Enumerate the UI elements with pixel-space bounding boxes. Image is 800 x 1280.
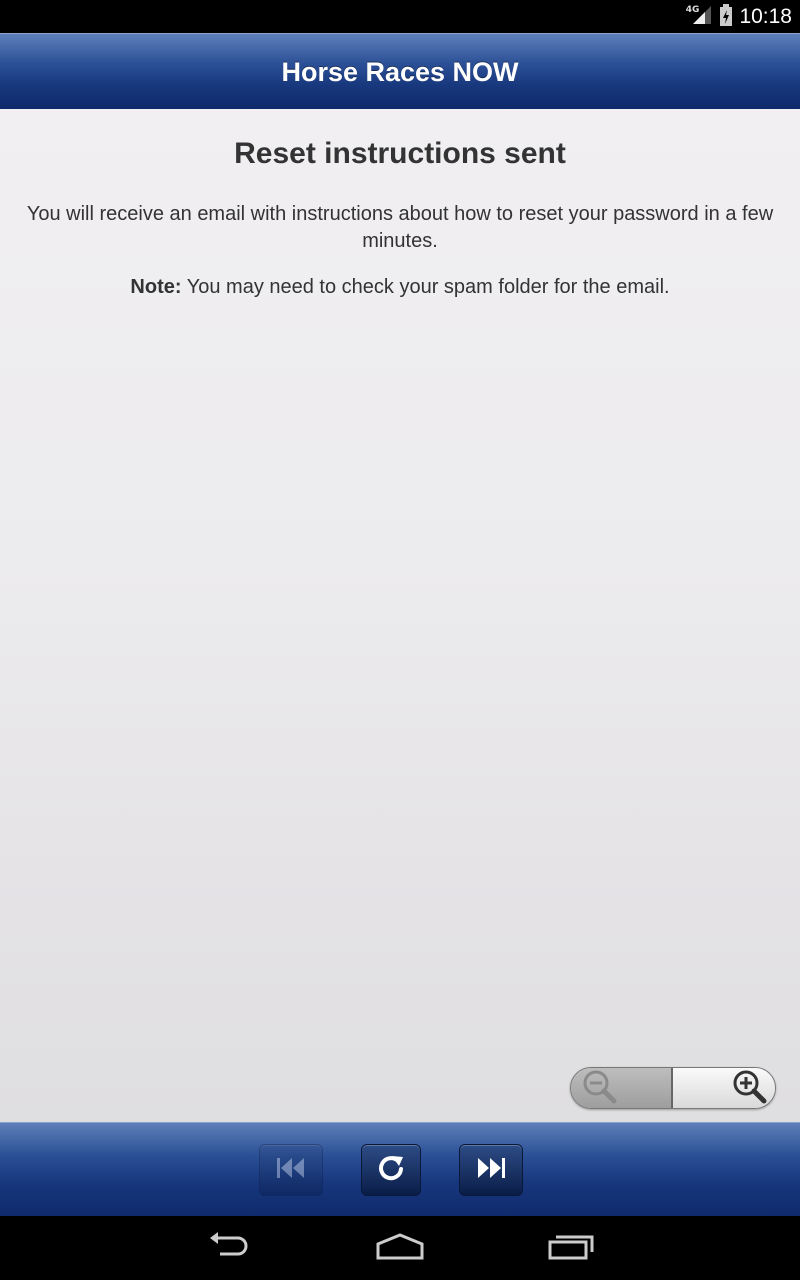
zoom-out-button[interactable]: [571, 1068, 673, 1108]
app-title: Horse Races NOW: [281, 56, 519, 87]
zoom-control: [570, 1067, 776, 1109]
page-title: Reset instructions sent: [234, 137, 566, 170]
zoom-out-icon: [581, 1068, 619, 1108]
recent-apps-button[interactable]: [541, 1232, 601, 1264]
skip-back-button[interactable]: [259, 1144, 323, 1196]
recent-apps-icon: [546, 1232, 596, 1264]
spam-note: Note: You may need to check your spam fo…: [14, 276, 786, 299]
network-type-label: 4G: [685, 4, 700, 15]
skip-forward-icon: [475, 1155, 507, 1185]
status-bar: 4G 10:18: [0, 0, 800, 33]
bottom-toolbar: [0, 1122, 800, 1217]
battery-icon: [719, 3, 733, 30]
note-label: Note:: [130, 276, 182, 298]
app-header: Horse Races NOW: [0, 33, 800, 110]
refresh-icon: [376, 1153, 406, 1187]
skip-forward-button[interactable]: [459, 1144, 523, 1196]
note-text: You may need to check your spam folder f…: [181, 276, 670, 298]
back-button[interactable]: [200, 1232, 260, 1264]
main-content: Reset instructions sent You will receive…: [0, 109, 800, 1122]
system-nav-bar: [0, 1216, 800, 1280]
zoom-in-button[interactable]: [673, 1068, 775, 1108]
refresh-button[interactable]: [361, 1144, 421, 1196]
back-icon: [206, 1232, 254, 1264]
status-icons: 4G 10:18: [686, 0, 792, 33]
clock: 10:18: [739, 4, 792, 28]
home-button[interactable]: [370, 1232, 430, 1264]
zoom-in-icon: [731, 1068, 769, 1108]
skip-back-icon: [275, 1155, 307, 1185]
home-icon: [374, 1232, 426, 1264]
reset-message: You will receive an email with instructi…: [26, 203, 774, 252]
